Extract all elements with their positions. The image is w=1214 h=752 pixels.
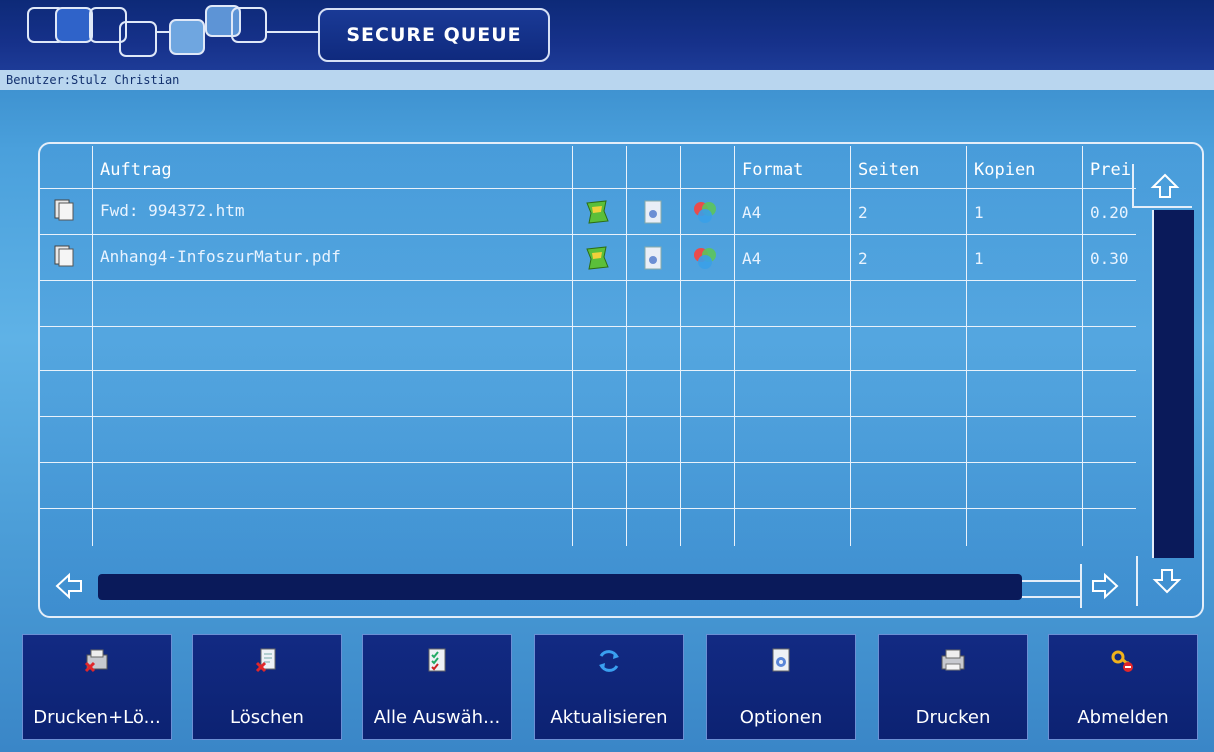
refresh-icon	[599, 650, 619, 672]
document-icon	[54, 199, 74, 221]
document-delete-icon	[255, 648, 276, 673]
job-name: Fwd: 994372.htm	[100, 201, 245, 220]
settings-document-icon	[644, 200, 662, 224]
grid-line	[40, 416, 1136, 417]
scroll-right-button[interactable]	[1080, 564, 1128, 608]
logout-key-icon	[1111, 650, 1133, 672]
job-table-panel: Auftrag Format Seiten Kopien Preis Fwd: …	[38, 142, 1204, 618]
color-circles-icon	[694, 202, 716, 223]
job-format: A4	[742, 249, 762, 268]
user-label: Benutzer:Stulz Christian	[6, 73, 180, 87]
options-label: Optionen	[739, 707, 823, 728]
green-flag-icon	[586, 246, 609, 270]
column-header-pages[interactable]: Seiten	[858, 148, 919, 188]
column-header-format[interactable]: Format	[742, 148, 803, 188]
grid-line	[40, 370, 1136, 371]
job-pages: 2	[858, 203, 868, 222]
job-format: A4	[742, 203, 762, 222]
logout-button[interactable]: Abmelden	[1048, 634, 1198, 740]
scroll-up-button[interactable]	[1140, 166, 1190, 206]
page-title: SECURE QUEUE	[318, 8, 550, 62]
logout-label: Abmelden	[1077, 707, 1169, 728]
delete-button[interactable]: Löschen	[192, 634, 342, 740]
header-bar: SECURE QUEUE	[0, 0, 1214, 72]
user-info: Benutzer:Stulz Christian	[0, 70, 1214, 90]
logo-squares-icon	[27, 5, 320, 57]
delete-label: Löschen	[230, 707, 304, 728]
print-delete-label: Drucken+Lö...	[33, 707, 161, 728]
settings-document-icon	[772, 648, 790, 672]
grid-line	[40, 508, 1136, 509]
arrow-up-icon	[1150, 173, 1180, 198]
vertical-scrollbar[interactable]	[1152, 210, 1194, 558]
printer-icon	[941, 649, 965, 671]
printer-delete-icon	[84, 649, 108, 673]
refresh-label: Aktualisieren	[550, 707, 668, 728]
arrow-right-icon	[1092, 572, 1119, 600]
column-header-price[interactable]: Preis	[1090, 148, 1134, 188]
job-name: Anhang4-InfoszurMatur.pdf	[100, 247, 341, 266]
refresh-button[interactable]: Aktualisieren	[534, 634, 684, 740]
scroll-down-button[interactable]	[1136, 556, 1196, 606]
table-row[interactable]: Anhang4-InfoszurMatur.pdf A4 2 1 0.30	[40, 235, 1136, 279]
grid-line	[40, 280, 1136, 281]
table-row[interactable]: Fwd: 994372.htm A4 2 1 0.20	[40, 189, 1136, 233]
job-table: Auftrag Format Seiten Kopien Preis Fwd: …	[40, 144, 1140, 546]
job-price: 0.20	[1090, 203, 1129, 222]
select-all-label: Alle Auswäh...	[373, 707, 501, 728]
select-all-button[interactable]: Alle Auswäh...	[362, 634, 512, 740]
grid-line	[40, 326, 1136, 327]
color-circles-icon	[694, 248, 716, 269]
screen: SECURE QUEUE Benutzer:Stulz Christian Au…	[0, 0, 1214, 752]
horizontal-scroll-remainder	[1022, 580, 1080, 598]
arrow-left-icon	[55, 572, 82, 600]
scroll-left-button[interactable]	[46, 564, 92, 608]
print-label: Drucken	[915, 707, 991, 728]
green-flag-icon	[586, 200, 609, 224]
job-pages: 2	[858, 249, 868, 268]
options-button[interactable]: Optionen	[706, 634, 856, 740]
settings-document-icon	[644, 246, 662, 270]
job-price: 0.30	[1090, 249, 1129, 268]
print-button[interactable]: Drucken	[878, 634, 1028, 740]
job-copies: 1	[974, 203, 984, 222]
document-icon	[54, 245, 74, 267]
column-header-copies[interactable]: Kopien	[974, 148, 1035, 188]
checklist-icon	[428, 648, 446, 672]
column-header-job[interactable]: Auftrag	[100, 148, 172, 188]
horizontal-scrollbar[interactable]	[98, 574, 1022, 600]
job-copies: 1	[974, 249, 984, 268]
arrow-down-icon	[1152, 569, 1182, 594]
grid-line	[40, 462, 1136, 463]
print-delete-button[interactable]: Drucken+Lö...	[22, 634, 172, 740]
